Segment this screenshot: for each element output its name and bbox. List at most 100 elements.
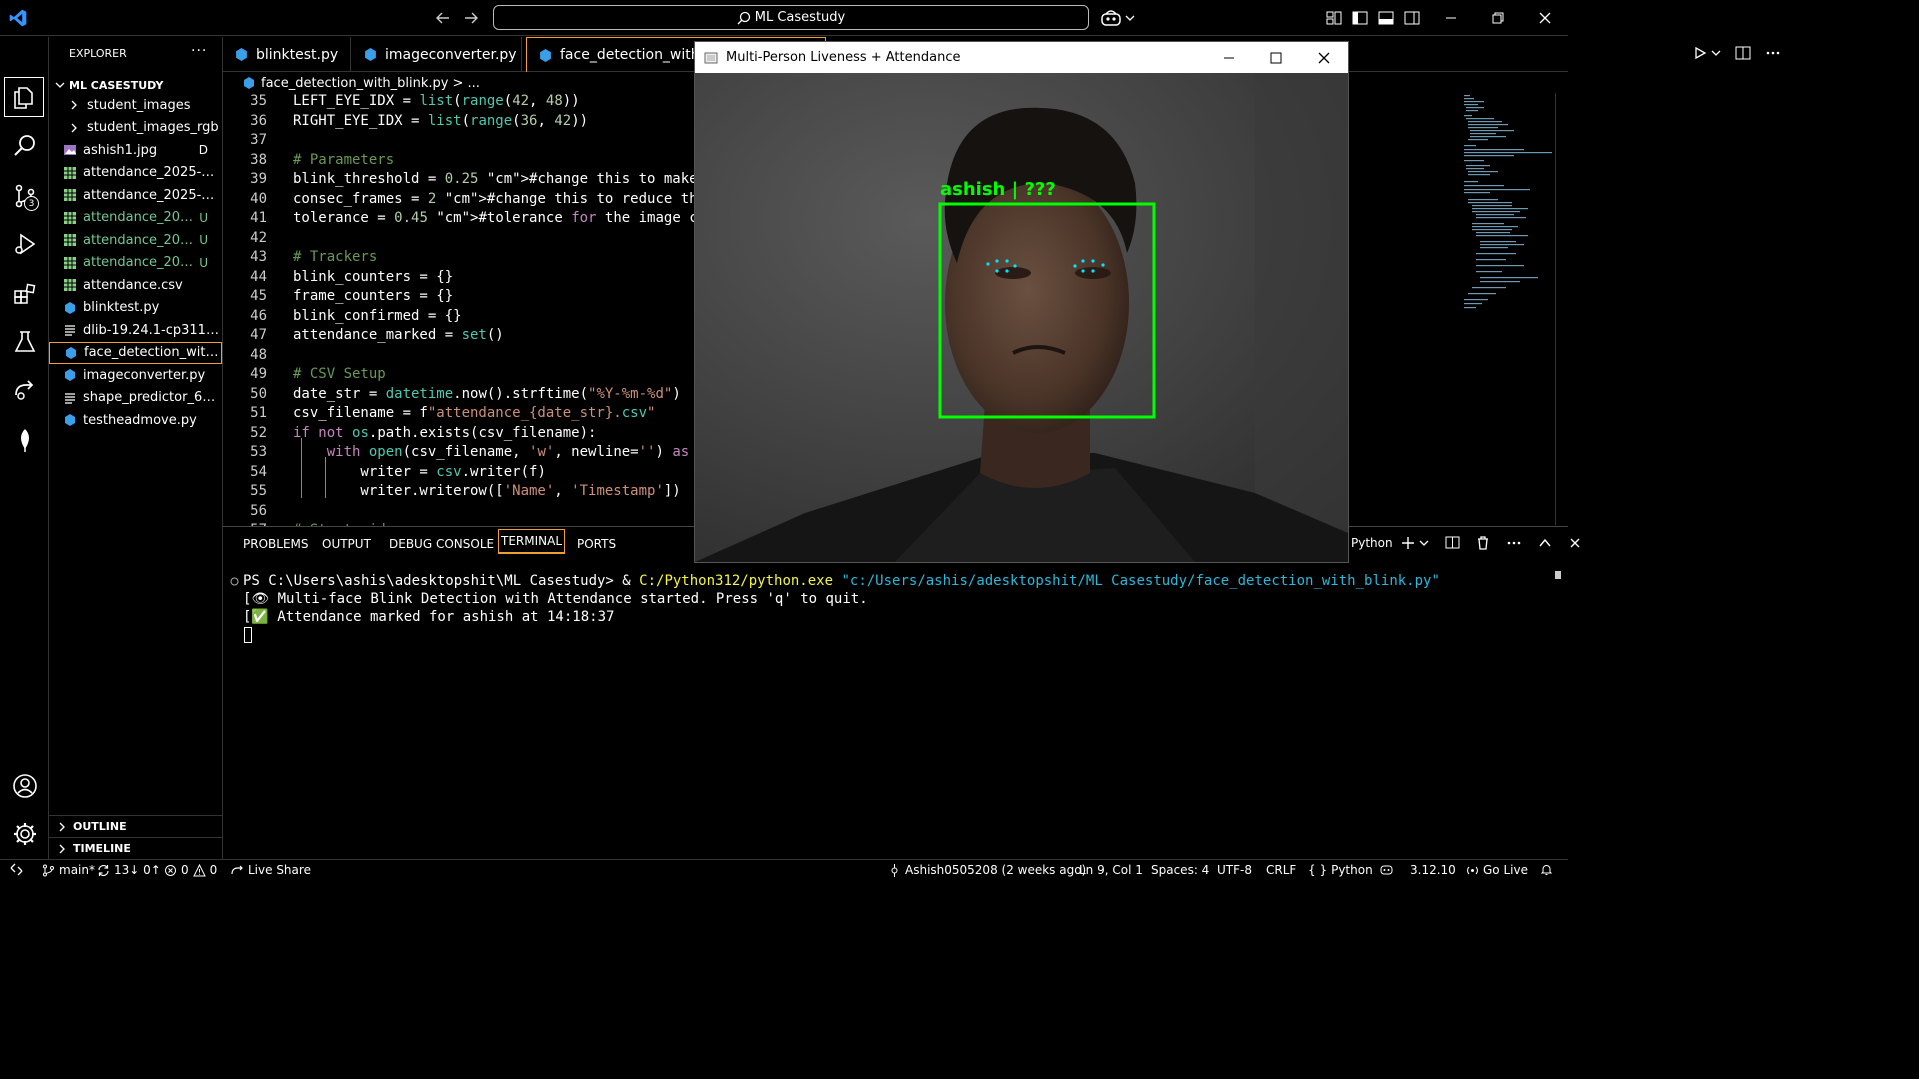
python-file-icon <box>65 369 75 381</box>
remote-explorer-button[interactable] <box>8 373 41 406</box>
code-line: writer.writerow(['Name', 'Timestamp']) <box>293 483 681 499</box>
chevron-down-icon[interactable] <box>1711 48 1721 58</box>
remote-indicator[interactable] <box>10 863 23 876</box>
chevron-right-icon <box>71 123 77 132</box>
cursor-position[interactable]: Ln 9, Col 1 <box>1079 863 1143 877</box>
source-control-badge: 3 <box>24 196 39 211</box>
tab-terminal[interactable]: TERMINAL <box>498 529 566 554</box>
copilot-button[interactable] <box>1100 8 1136 28</box>
tree-item-label: imageconverter.py <box>83 367 206 383</box>
webcam-image: ashish | ??? <box>695 73 1348 562</box>
tab-imageconverter[interactable]: imageconverter.py <box>352 37 522 72</box>
breadcrumb-file[interactable]: face_detection_with_blink.py <box>261 76 448 91</box>
live-share[interactable]: Live Share <box>231 863 311 877</box>
split-terminal-icon[interactable] <box>1445 535 1460 550</box>
toggle-secondary-sidebar-icon[interactable] <box>1403 9 1421 27</box>
sync-count: 13↓ 0↑ <box>114 863 161 877</box>
csv-file-icon <box>64 166 76 179</box>
close-icon[interactable] <box>1536 9 1554 27</box>
close-panel-icon[interactable] <box>1568 536 1582 550</box>
tree-file[interactable]: shape_predictor_68_f... <box>49 387 222 409</box>
git-blame[interactable]: Ashish0505208 (2 weeks ago) <box>888 863 1086 877</box>
git-branch[interactable]: main* <box>42 863 95 877</box>
close-icon[interactable] <box>1314 48 1334 68</box>
tab-debug-console[interactable]: DEBUG CONSOLE <box>389 537 494 551</box>
manage-button[interactable] <box>8 817 41 850</box>
tab-ports[interactable]: PORTS <box>577 537 616 551</box>
breadcrumb-more[interactable]: > ... <box>452 76 479 91</box>
command-center-search[interactable]: ML Casestudy <box>493 5 1089 30</box>
outline-section[interactable]: OUTLINE <box>49 815 223 837</box>
python-file-icon <box>236 48 247 61</box>
minimize-icon[interactable] <box>1219 48 1239 68</box>
git-sync[interactable]: 13↓ 0↑ <box>97 863 161 877</box>
problems-indicator[interactable]: 0 0 <box>164 863 217 877</box>
split-editor-icon[interactable] <box>1735 45 1751 61</box>
terminal-scrollbar[interactable] <box>1555 571 1561 579</box>
liveness-window[interactable]: Multi-Person Liveness + Attendance ashis… <box>694 41 1349 563</box>
go-live[interactable]: Go Live <box>1466 863 1528 877</box>
language-mode[interactable]: { } Python <box>1308 863 1373 877</box>
forward-arrow-icon[interactable] <box>462 9 480 27</box>
tab-blinktest[interactable]: blinktest.py <box>223 37 351 72</box>
more-actions-icon[interactable] <box>1506 536 1522 550</box>
timeline-section[interactable]: TIMELINE <box>49 837 223 859</box>
python-interpreter[interactable]: 3.12.10 <box>1410 863 1456 877</box>
tree-file[interactable]: ashish1.jpg D <box>49 139 222 161</box>
braces-icon: { } <box>1308 863 1328 877</box>
back-arrow-icon[interactable] <box>434 9 452 27</box>
tree-file[interactable]: blinktest.py <box>49 297 222 319</box>
chevron-down-icon[interactable] <box>1419 538 1429 548</box>
liveness-window-titlebar[interactable]: Multi-Person Liveness + Attendance <box>695 42 1348 73</box>
customize-layout-icon[interactable] <box>1325 9 1343 27</box>
tree-file[interactable]: attendance.csv <box>49 274 222 296</box>
accounts-button[interactable] <box>8 769 41 802</box>
new-terminal-icon[interactable] <box>1401 536 1415 550</box>
live-share-icon <box>231 865 243 874</box>
tree-file[interactable]: attendance_202... U <box>49 252 222 274</box>
tree-file[interactable]: attendance_2025-04-... <box>49 184 222 206</box>
notifications[interactable] <box>1540 863 1553 876</box>
tree-folder[interactable]: student_images <box>49 94 222 116</box>
tree-file[interactable]: imageconverter.py <box>49 364 222 386</box>
workspace-root-folder[interactable]: ML CASESTUDY <box>49 75 223 95</box>
more-actions-icon[interactable] <box>1765 45 1781 61</box>
toggle-primary-sidebar-icon[interactable] <box>1351 9 1369 27</box>
toggle-panel-icon[interactable] <box>1377 9 1395 27</box>
tree-file[interactable]: attendance_202... U <box>49 207 222 229</box>
encoding[interactable]: UTF-8 <box>1217 863 1252 877</box>
testing-button[interactable] <box>8 325 41 358</box>
mongodb-button[interactable] <box>8 423 41 456</box>
tree-folder[interactable]: student_images_rgb <box>49 117 222 139</box>
minimap[interactable] <box>1460 93 1555 323</box>
tree-file[interactable]: face_detection_with_... <box>49 341 222 364</box>
line-endings[interactable]: CRLF <box>1266 863 1296 877</box>
run-file-icon[interactable] <box>1693 46 1707 60</box>
terminal-shell-label[interactable]: Python <box>1351 536 1393 550</box>
copilot-status[interactable] <box>1380 863 1393 876</box>
terminal-line: [✅ Attendance marked for ashish at 14:18… <box>243 609 615 625</box>
restore-icon[interactable] <box>1489 9 1507 27</box>
search-view-button[interactable] <box>8 129 41 162</box>
tree-file[interactable]: attendance_202... U <box>49 229 222 251</box>
explorer-more-actions[interactable]: ··· <box>191 43 207 59</box>
trash-icon[interactable] <box>1476 535 1490 550</box>
code-editor[interactable]: 35 36 37 38 39 40 41 42 43 44 45 46 47 48 49 50 51 52 53 54… <box>223 93 695 526</box>
extensions-button[interactable] <box>8 277 41 310</box>
vscode-logo-icon[interactable] <box>8 8 28 28</box>
tree-file[interactable]: attendance_2025-04-... <box>49 162 222 184</box>
python-file-icon <box>365 48 376 61</box>
editor-actions <box>1693 45 1781 61</box>
tree-file[interactable]: testheadmove.py <box>49 409 222 431</box>
maximize-icon[interactable] <box>1266 48 1286 68</box>
tree-file[interactable]: dlib-19.24.1-cp311-c... <box>49 319 222 341</box>
indentation[interactable]: Spaces: 4 <box>1151 863 1209 877</box>
run-debug-button[interactable] <box>8 227 41 260</box>
tab-output[interactable]: OUTPUT <box>322 537 371 551</box>
minimize-icon[interactable] <box>1442 9 1460 27</box>
tab-problems[interactable]: PROBLEMS <box>243 537 309 551</box>
line-number: 46 <box>250 307 267 324</box>
explorer-button[interactable] <box>4 77 44 117</box>
editor-scrollbar[interactable] <box>1555 93 1568 525</box>
maximize-panel-icon[interactable] <box>1538 536 1552 550</box>
